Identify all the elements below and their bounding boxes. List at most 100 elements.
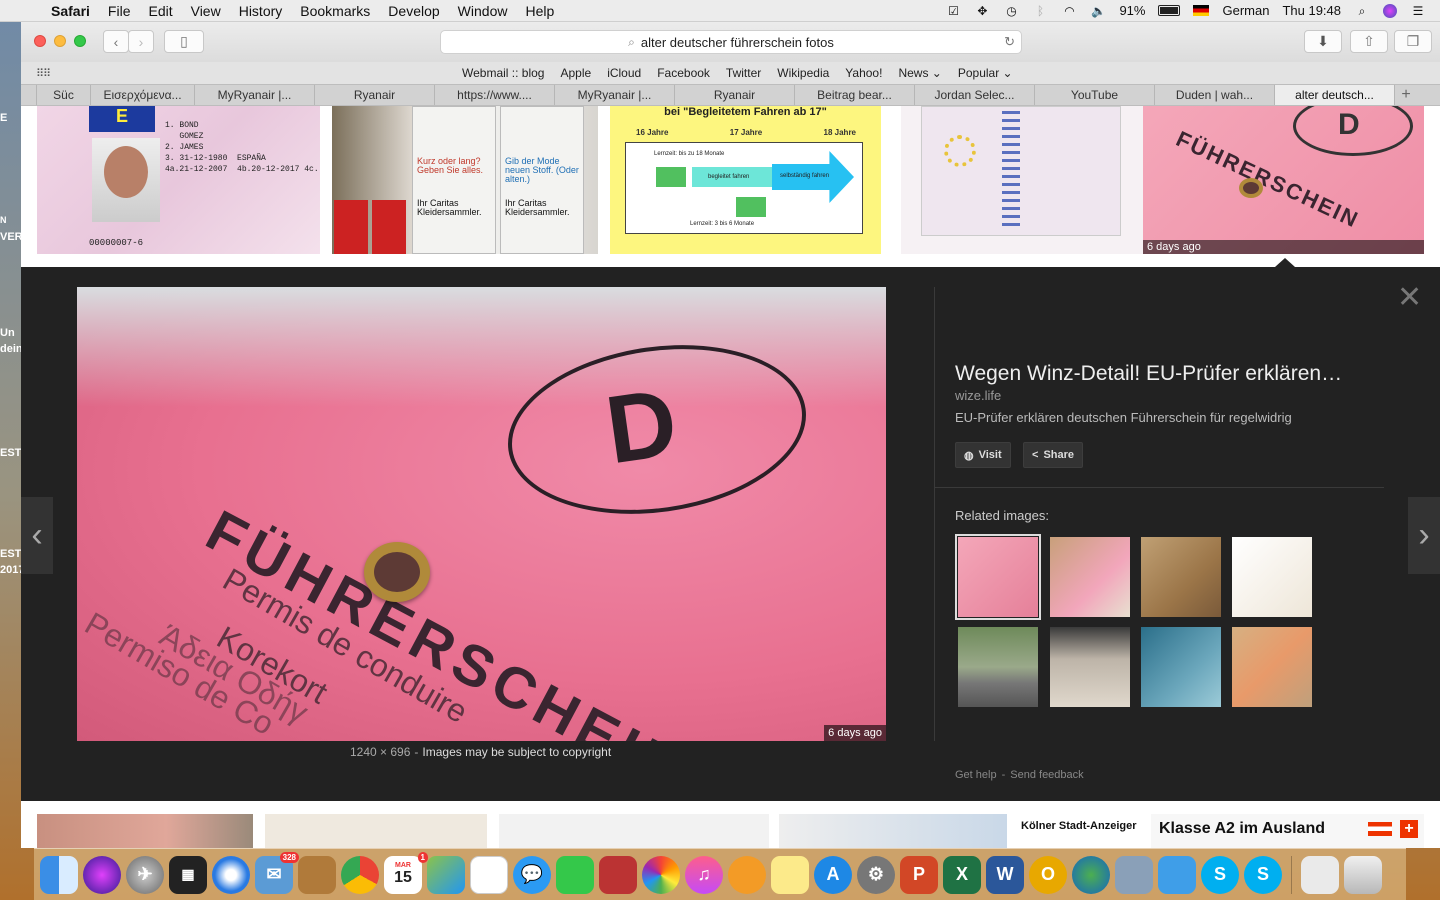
result-thumbnail[interactable] xyxy=(37,814,253,848)
maps-icon[interactable] xyxy=(427,855,465,894)
send-feedback-link[interactable]: Send feedback xyxy=(1010,769,1083,781)
trash-icon[interactable] xyxy=(1344,855,1382,894)
notification-center-icon[interactable]: ☰ xyxy=(1410,4,1426,18)
photo-booth-icon[interactable] xyxy=(599,855,637,894)
menu-develop[interactable]: Develop xyxy=(379,3,448,19)
result-thumbnail[interactable] xyxy=(499,814,769,848)
finder-icon[interactable] xyxy=(40,855,78,894)
siri-icon[interactable] xyxy=(1383,3,1397,18)
ibooks-icon[interactable] xyxy=(728,855,766,894)
safari-icon[interactable] xyxy=(212,855,250,894)
photos-icon[interactable] xyxy=(642,855,680,894)
related-image[interactable] xyxy=(1232,537,1312,617)
previous-image-button[interactable]: ‹ xyxy=(21,497,53,574)
mail-icon[interactable]: ✉ 328 xyxy=(255,851,299,894)
menu-history[interactable]: History xyxy=(230,3,292,19)
network-icon[interactable] xyxy=(1072,855,1110,894)
sidebar-toggle-button[interactable]: ▯ xyxy=(164,30,204,53)
result-thumbnail[interactable] xyxy=(779,814,1007,848)
address-text[interactable]: alter deutscher führerschein fotos xyxy=(641,35,834,50)
favorite-icloud[interactable]: iCloud xyxy=(607,66,641,80)
result-thumbnail[interactable] xyxy=(901,106,1145,254)
tab[interactable]: YouTube xyxy=(1035,85,1155,105)
menu-window[interactable]: Window xyxy=(449,3,517,19)
app-store-icon[interactable]: A xyxy=(814,855,852,894)
launchpad-icon[interactable]: ✈ xyxy=(126,855,164,894)
dashboard-icon[interactable]: ▦ xyxy=(169,855,207,894)
outlook-icon[interactable]: O xyxy=(1029,855,1067,894)
copyright-link[interactable]: Images may be subject to copyright xyxy=(422,745,611,759)
result-thumbnail[interactable]: bei "Begleitetem Fahren ab 17" 16 Jahre … xyxy=(610,106,881,254)
dropbox-icon[interactable]: ✥ xyxy=(974,4,990,18)
time-machine-icon[interactable]: ◷ xyxy=(1003,4,1019,18)
result-thumbnail[interactable]: E 1. BOND GOMEZ 2. JAMES 3. 31-12-1980 E… xyxy=(37,106,320,254)
calendar-icon[interactable]: MAR 15 1 xyxy=(384,851,428,894)
itunes-icon[interactable]: ♫ xyxy=(685,855,723,894)
skype-icon[interactable]: S xyxy=(1201,855,1239,894)
powerpoint-icon[interactable]: P xyxy=(900,855,938,894)
next-image-button[interactable]: › xyxy=(1408,497,1440,574)
related-image[interactable] xyxy=(1050,627,1130,707)
related-image[interactable] xyxy=(1050,537,1130,617)
input-source-label[interactable]: German xyxy=(1222,3,1269,18)
battery-icon[interactable] xyxy=(1158,5,1181,16)
favorite-news[interactable]: News ⌄ xyxy=(898,66,941,80)
zoom-window-button[interactable] xyxy=(74,35,86,47)
tab[interactable]: Ryanair xyxy=(675,85,795,105)
tab[interactable]: Ryanair xyxy=(315,85,435,105)
system-preferences-icon[interactable]: ⚙ xyxy=(857,855,895,894)
new-tab-button[interactable]: + xyxy=(1395,85,1417,105)
downloads-stack-icon[interactable] xyxy=(1301,855,1339,894)
tab[interactable]: Duden | wah... xyxy=(1155,85,1275,105)
menu-bookmarks[interactable]: Bookmarks xyxy=(291,3,379,19)
forward-button[interactable]: › xyxy=(128,30,154,53)
menu-edit[interactable]: Edit xyxy=(139,3,181,19)
result-thumbnail[interactable]: Klasse A2 im Ausland + xyxy=(1151,814,1424,848)
minimize-window-button[interactable] xyxy=(54,35,66,47)
result-thumbnail[interactable] xyxy=(265,814,487,848)
menu-view[interactable]: View xyxy=(182,3,230,19)
favorite-yahoo[interactable]: Yahoo! xyxy=(845,66,882,80)
menu-file[interactable]: File xyxy=(99,3,140,19)
downloads-button[interactable]: ⬇ xyxy=(1304,30,1342,53)
skype-business-icon[interactable]: S xyxy=(1244,855,1282,894)
favorite-facebook[interactable]: Facebook xyxy=(657,66,710,80)
tab[interactable]: MyRyanair |... xyxy=(195,85,315,105)
result-thumbnail[interactable]: Kurz oder lang? Geben Sie alles. Ihr Car… xyxy=(332,106,598,254)
checkmark-status-icon[interactable]: ☑ xyxy=(945,4,961,18)
reload-icon[interactable]: ↻ xyxy=(1004,34,1015,50)
tab[interactable]: Εισερχόμενα... xyxy=(91,85,195,105)
get-help-link[interactable]: Get help xyxy=(955,769,997,781)
notes-icon[interactable] xyxy=(771,855,809,894)
tab-pinned[interactable] xyxy=(21,85,37,105)
messages-icon[interactable]: 💬 xyxy=(513,855,551,894)
favorite-twitter[interactable]: Twitter xyxy=(726,66,761,80)
close-icon[interactable]: ✕ xyxy=(1397,283,1422,313)
result-thumbnail-selected[interactable]: D FÜHRERSCHEIN 6 days ago xyxy=(1143,106,1424,254)
related-image[interactable] xyxy=(1141,537,1221,617)
tab-overview-button[interactable]: ❐ xyxy=(1394,30,1432,53)
tab[interactable]: Beitrag bear... xyxy=(795,85,915,105)
notefile-icon[interactable] xyxy=(298,855,336,894)
related-image[interactable] xyxy=(1232,627,1312,707)
tab[interactable]: https://www.... xyxy=(435,85,555,105)
tab[interactable]: MyRyanair |... xyxy=(555,85,675,105)
satellite-icon[interactable] xyxy=(1115,855,1153,894)
app-menu[interactable]: Safari xyxy=(42,3,99,19)
preview-image[interactable]: D FÜHRERSCHEIN Permis de conduire Koreko… xyxy=(77,287,886,741)
chrome-icon[interactable] xyxy=(341,855,379,894)
favorite-popular[interactable]: Popular ⌄ xyxy=(958,66,1013,80)
related-image[interactable] xyxy=(1141,627,1221,707)
facetime-icon[interactable] xyxy=(556,855,594,894)
favorite-wikipedia[interactable]: Wikipedia xyxy=(777,66,829,80)
result-title[interactable]: Wegen Winz-Detail! EU-Prüfer erklären… xyxy=(955,362,1375,386)
tab[interactable]: Süc xyxy=(37,85,91,105)
reminders-icon[interactable] xyxy=(470,855,508,894)
menu-help[interactable]: Help xyxy=(516,3,563,19)
visit-button[interactable]: ◍ Visit xyxy=(955,442,1011,468)
result-thumbnail[interactable]: Kölner Stadt-Anzeiger xyxy=(1019,814,1147,848)
favorite-apple[interactable]: Apple xyxy=(560,66,591,80)
clock[interactable]: Thu 19:48 xyxy=(1282,3,1341,18)
grid-icon[interactable]: ⠿⠿ xyxy=(36,67,51,80)
tab-active[interactable]: alter deutsch... xyxy=(1275,85,1395,105)
